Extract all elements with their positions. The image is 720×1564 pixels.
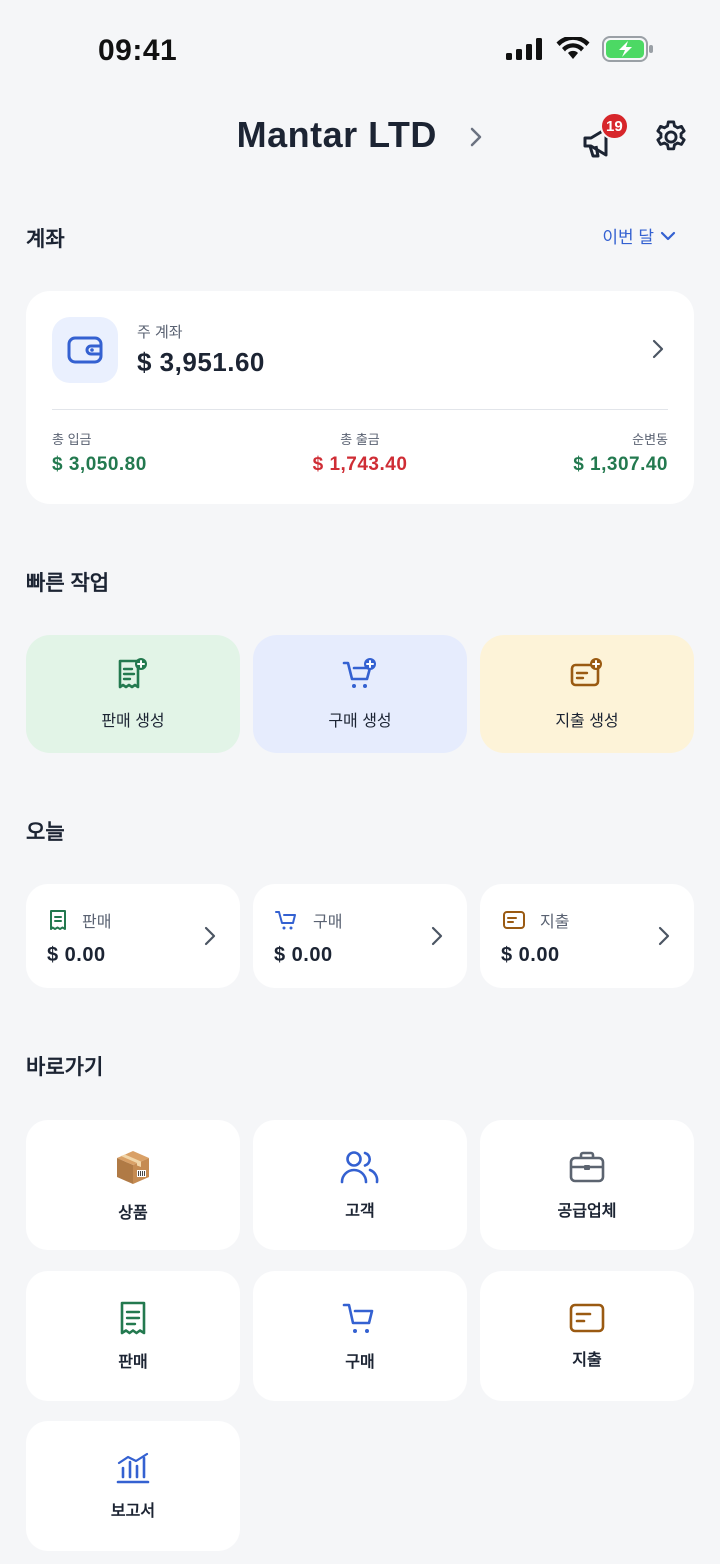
shortcuts-section-title: 바로가기 [26,1056,104,1079]
cart-plus-icon [342,658,376,688]
chevron-right-icon [652,339,664,359]
shortcut-expenses[interactable]: 지출 [480,1271,694,1401]
shortcut-purchases[interactable]: 구매 [253,1271,467,1401]
notification-badge: 19 [600,112,629,140]
shortcut-products[interactable]: 상품 [26,1120,240,1250]
shortcut-customers-label: 고객 [345,1203,375,1220]
signal-icon [506,38,542,60]
quick-actions-title: 빠른 작업 [26,572,110,595]
notifications-button[interactable]: 19 [580,112,629,160]
main-account-label: 주 계좌 [137,324,183,341]
wallet-icon [67,336,103,364]
period-label: 이번 달 [602,228,654,247]
shortcut-suppliers-label: 공급업체 [557,1203,617,1220]
create-expense-label: 지출 생성 [555,713,619,730]
briefcase-icon [569,1151,605,1183]
receipt-icon [50,910,66,930]
card-plus-icon [570,658,602,687]
today-purchases-label: 구매 [313,914,343,931]
chevron-down-icon [660,231,676,240]
shortcut-reports-label: 보고서 [110,1503,156,1520]
main-account-balance: $ 3,951.60 [137,347,265,377]
net-change-label: 순변동 [632,432,668,447]
today-sales-card[interactable]: 판매 $ 0.00 [26,884,240,988]
card-icon [503,911,525,929]
create-sale-label: 판매 생성 [101,713,165,730]
shortcut-reports[interactable]: 보고서 [26,1421,240,1551]
users-icon [340,1151,379,1184]
create-purchase-label: 구매 생성 [328,713,392,730]
package-icon [117,1151,149,1184]
chevron-right-icon [431,926,443,946]
chevron-right-icon [658,926,670,946]
status-time: 09:41 [98,34,178,67]
wifi-icon [556,37,590,59]
company-name: Mantar LTD [236,114,437,155]
chart-icon [116,1452,150,1484]
battery-icon [602,36,653,62]
shortcut-expenses-label: 지출 [572,1352,602,1369]
chevron-right-icon [471,128,482,147]
net-change-stat: 순변동 $ 1,307.40 [573,429,668,476]
divider [52,409,668,410]
today-expenses-label: 지출 [540,914,570,931]
cart-icon [342,1303,374,1333]
shortcut-purchases-label: 구매 [345,1354,375,1371]
shortcut-customers[interactable]: 고객 [253,1120,467,1250]
wallet-icon-box [52,317,118,383]
account-section-title: 계좌 [26,228,65,251]
today-expenses-card[interactable]: 지출 $ 0.00 [480,884,694,988]
create-purchase-button[interactable]: 구매 생성 [253,635,467,753]
receipt-icon [120,1301,146,1335]
shortcut-suppliers[interactable]: 공급업체 [480,1120,694,1250]
receipt-plus-icon [118,658,147,689]
create-sale-button[interactable]: 판매 생성 [26,635,240,753]
today-sales-label: 판매 [82,914,112,931]
net-change-value: $ 1,307.40 [573,454,668,475]
card-icon [569,1303,605,1333]
today-expenses-value: $ 0.00 [501,944,560,966]
chevron-right-icon [204,926,216,946]
settings-button[interactable] [652,118,690,156]
create-expense-button[interactable]: 지출 생성 [480,635,694,753]
status-icons [506,36,654,62]
shortcut-sales-label: 판매 [118,1354,148,1371]
cart-icon [275,911,296,930]
today-sales-value: $ 0.00 [47,944,106,966]
shortcut-sales[interactable]: 판매 [26,1271,240,1401]
today-section-title: 오늘 [26,821,65,844]
today-purchases-value: $ 0.00 [274,944,333,966]
today-purchases-card[interactable]: 구매 $ 0.00 [253,884,467,988]
shortcut-products-label: 상품 [118,1205,148,1222]
period-selector[interactable]: 이번 달 [602,223,676,248]
main-account-card[interactable]: 주 계좌 $ 3,951.60 총 입금 $ 3,050.80 총 출금 $ 1… [26,291,694,504]
gear-icon [656,120,686,151]
